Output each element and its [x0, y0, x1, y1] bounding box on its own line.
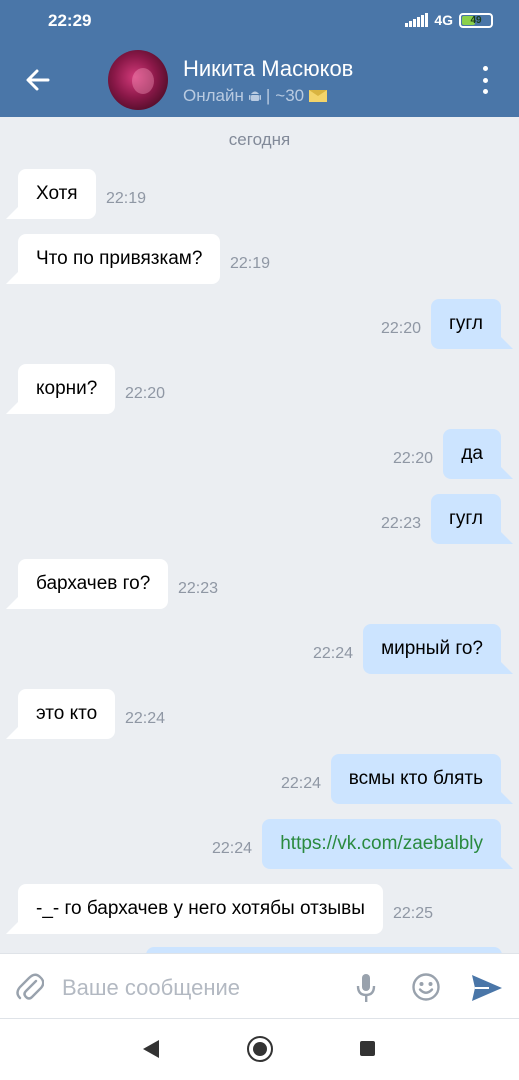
avatar[interactable]: [108, 50, 168, 110]
contact-name[interactable]: Никита Масюков: [183, 56, 353, 82]
message-time: 22:20: [381, 320, 422, 337]
more-vertical-icon[interactable]: [481, 66, 489, 94]
battery-icon: 49: [459, 12, 493, 28]
status-icons: 4G 49: [405, 12, 493, 28]
message-time: 22:25: [393, 905, 434, 922]
message-text: бархачев го?: [36, 573, 151, 594]
incoming-message-bubble[interactable]: Что по привязкам?: [5, 234, 221, 284]
message-composer: [0, 953, 519, 1019]
message-text: Хотя: [36, 183, 78, 204]
message-row: это кто 22:24: [0, 689, 519, 741]
system-nav-bar: [0, 1019, 519, 1080]
message-text: это кто: [36, 703, 98, 724]
chat-header: Никита Масюков Онлайн | ~30: [0, 42, 519, 117]
message-time: 22:24: [281, 775, 322, 792]
message-time: 22:20: [125, 385, 166, 402]
message-time: 22:23: [381, 515, 422, 532]
arrow-left-icon[interactable]: [20, 62, 56, 98]
microphone-icon[interactable]: [354, 972, 378, 1004]
outgoing-message-bubble[interactable]: гугл: [430, 299, 514, 349]
incoming-message-bubble[interactable]: Хотя: [6, 169, 96, 219]
send-icon[interactable]: [471, 974, 503, 1002]
outgoing-message-bubble[interactable]: мирный го?: [363, 624, 513, 674]
outgoing-message-bubble[interactable]: да: [443, 429, 513, 479]
message-link[interactable]: https://vk.com/zaebalbly: [280, 833, 483, 855]
message-time: 22:20: [393, 450, 434, 467]
paperclip-icon[interactable]: [16, 972, 44, 1004]
message-time: 22:19: [106, 190, 147, 207]
last-seen: ~30: [275, 86, 305, 105]
message-row: Что по привязкам? 22:19: [0, 234, 519, 286]
message-row: корни? 22:20: [0, 364, 519, 416]
smile-icon[interactable]: [411, 972, 441, 1002]
message-row: гугл 22:20: [0, 299, 519, 351]
message-text: да: [461, 443, 483, 464]
nav-recent-icon[interactable]: [360, 1041, 375, 1056]
message-row: -_- го бархачев у него хотябы отзывы 22:2…: [0, 884, 519, 936]
message-time: 22:24: [212, 840, 253, 857]
message-row: гугл 22:23: [0, 494, 519, 546]
signal-icon: [405, 13, 429, 27]
message-row: Хотя 22:19: [0, 169, 519, 221]
message-row: бархачев го? 22:23: [0, 559, 519, 611]
message-time: 22:24: [125, 710, 166, 727]
message-row: https://vk.com/zaebalbly 22:24: [0, 819, 519, 871]
message-text: гугл: [448, 313, 483, 334]
message-text: гугл: [448, 508, 483, 529]
outgoing-message-bubble[interactable]: гугл: [430, 494, 514, 544]
incoming-message-bubble[interactable]: корни?: [5, 364, 116, 414]
message-time: 22:24: [313, 645, 354, 662]
message-input[interactable]: [62, 972, 332, 1004]
incoming-message-bubble[interactable]: это кто: [5, 689, 116, 739]
incoming-message-bubble[interactable]: бархачев го?: [5, 559, 169, 609]
message-text: -_- го бархачев у него хотябы отзывы: [36, 898, 365, 919]
message-row: мирный го? 22:24: [0, 624, 519, 676]
date-separator: сегодня: [228, 130, 291, 149]
message-text: всмы кто блять: [348, 768, 483, 789]
status-bar: 22:29 4G 49: [0, 0, 519, 42]
outgoing-message-bubble[interactable]: всмы кто блять: [330, 754, 514, 804]
message-text: мирный го?: [381, 638, 483, 659]
status-separator: |: [265, 86, 271, 105]
network-type: 4G: [434, 12, 453, 28]
outgoing-message-bubble[interactable]: https://vk.com/zaebalbly: [262, 819, 513, 869]
message-row: всмы кто блять 22:24: [0, 754, 519, 806]
online-status: Онлайн: [183, 86, 244, 105]
incoming-message-bubble[interactable]: -_- го бархачев у него хотябы отзывы: [6, 884, 383, 934]
battery-level: 49: [470, 14, 482, 26]
status-time: 22:29: [48, 11, 92, 30]
message-time: 22:19: [230, 255, 271, 272]
message-time: 22:23: [178, 580, 219, 597]
message-list[interactable]: сегодня Хотя 22:19 Что по привязкам? 22:19 г…: [0, 117, 519, 953]
message-text: корни?: [36, 378, 98, 399]
message-text: Что по привязкам?: [36, 248, 203, 269]
nav-home-icon[interactable]: [247, 1036, 273, 1062]
message-row: да 22:20: [0, 429, 519, 481]
envelope-icon: [309, 90, 328, 102]
android-icon: [248, 91, 261, 101]
contact-status: Онлайн | ~30: [183, 86, 328, 106]
nav-back-icon[interactable]: [142, 1039, 160, 1059]
